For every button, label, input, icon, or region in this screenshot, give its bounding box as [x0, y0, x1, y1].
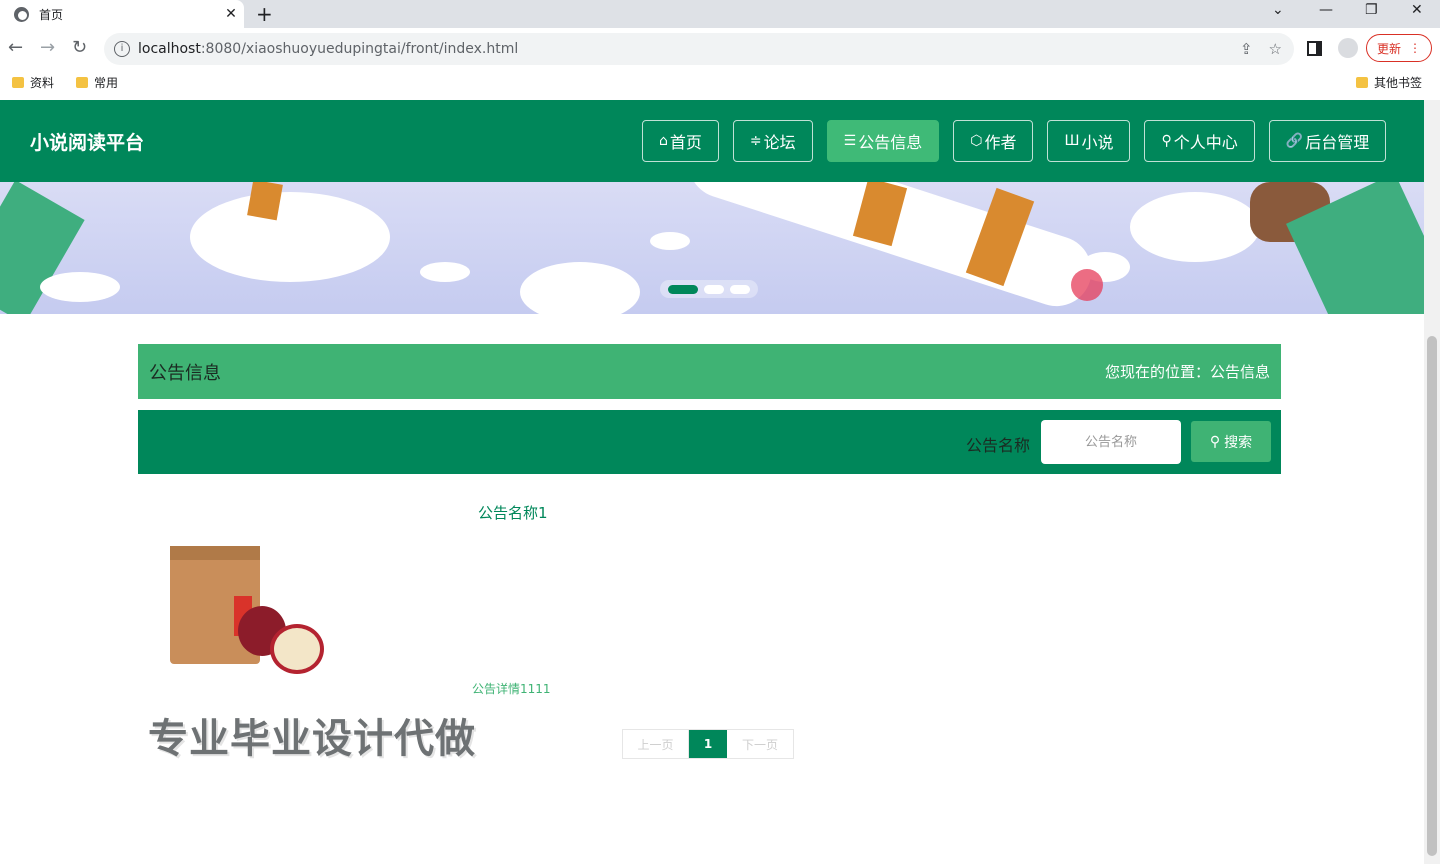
profile-avatar[interactable] — [1338, 38, 1358, 58]
side-panel-icon[interactable] — [1307, 41, 1322, 56]
site-brand: 小说阅读平台 — [30, 132, 145, 154]
user-icon: ⚲ — [1161, 133, 1172, 149]
minimize-icon[interactable]: — — [1319, 2, 1333, 18]
banner-decoration — [420, 262, 470, 282]
home-icon: ⌂ — [659, 133, 668, 149]
forward-icon[interactable]: → — [40, 37, 55, 58]
notice-desc: 公告详情1111 — [472, 682, 551, 696]
cursor-highlight — [1071, 269, 1103, 301]
bookmark-folder[interactable]: 常用 — [76, 74, 118, 91]
browser-tabstrip: 首页 ✕ + ⌄ — ❐ ✕ — [0, 0, 1440, 28]
carousel-dot[interactable] — [730, 284, 750, 294]
banner-decoration — [1130, 192, 1260, 262]
browser-tab[interactable]: 首页 ✕ — [0, 0, 244, 28]
restore-icon[interactable]: ❐ — [1365, 2, 1378, 18]
scrollbar-thumb[interactable] — [1427, 336, 1437, 856]
url-text: localhost:8080/xiaoshuoyuedupingtai/fron… — [138, 41, 519, 57]
book-icon: Ш — [1064, 133, 1080, 149]
nav-notice[interactable]: ☰ 公告信息 — [826, 120, 940, 162]
update-button[interactable]: 更新 ⋮ — [1366, 34, 1432, 62]
carousel-dot[interactable] — [704, 284, 724, 294]
address-bar[interactable]: i localhost:8080/xiaoshuoyuedupingtai/fr… — [104, 33, 1294, 65]
notice-title[interactable]: 公告名称1 — [478, 502, 548, 523]
nav-admin[interactable]: 🔗 后台管理 — [1268, 120, 1387, 162]
watermark-text: 专业毕业设计代做 — [148, 716, 476, 762]
folder-icon — [12, 77, 24, 88]
banner-carousel[interactable] — [0, 182, 1424, 314]
search-button[interactable]: ⚲ 搜索 — [1191, 421, 1271, 462]
info-icon[interactable]: i — [114, 41, 130, 57]
tab-title: 首页 — [39, 7, 64, 22]
forum-icon: ≑ — [749, 133, 762, 149]
layers-icon: ☰ — [843, 133, 857, 149]
carousel-dot[interactable] — [668, 284, 698, 294]
new-tab-icon[interactable]: + — [256, 2, 273, 26]
nav-forum[interactable]: ≑ 论坛 — [732, 120, 813, 162]
more-icon: ⋮ — [1409, 41, 1421, 55]
bookmarks-bar: 资料 常用 其他书签 — [0, 70, 1440, 94]
carousel-indicators — [660, 280, 758, 298]
search-bar: 公告名称 ⚲ 搜索 — [138, 410, 1281, 474]
notice-image[interactable] — [146, 494, 324, 684]
close-window-icon[interactable]: ✕ — [1411, 2, 1423, 18]
cube-icon: ⬡ — [970, 133, 983, 149]
notice-card[interactable]: 公告名称1 公告详情1111 — [138, 490, 568, 700]
notice-name-input[interactable] — [1041, 420, 1181, 464]
folder-icon — [1356, 77, 1368, 88]
link-icon: 🔗 — [1285, 133, 1304, 149]
page: 小说阅读平台 ⌂ 首页 ≑ 论坛 ☰ 公告信息 ⬡ 作者 Ш 小说 ⚲ 个人中心 🔗 后台管理 — [0, 100, 1424, 864]
globe-icon — [14, 6, 29, 22]
current-location: 您现在的位置：公告信息 — [1104, 363, 1270, 381]
apple-half-graphic — [270, 624, 324, 674]
chevron-down-icon[interactable]: ⌄ — [1272, 2, 1284, 18]
share-icon[interactable]: ⇪ — [1240, 40, 1253, 58]
prev-page-button[interactable]: 上一页 — [623, 730, 689, 758]
bookmark-folder[interactable]: 资料 — [12, 74, 54, 91]
banner-decoration — [190, 192, 390, 282]
banner-decoration — [520, 262, 640, 314]
nav-novel[interactable]: Ш 小说 — [1047, 120, 1131, 162]
search-icon: ⚲ — [1209, 433, 1221, 450]
page-scrollbar[interactable] — [1424, 100, 1440, 864]
nav-home[interactable]: ⌂ 首页 — [642, 120, 719, 162]
main-nav: ⌂ 首页 ≑ 论坛 ☰ 公告信息 ⬡ 作者 Ш 小说 ⚲ 个人中心 🔗 后台管理 — [642, 120, 1387, 162]
nav-author[interactable]: ⬡ 作者 — [953, 120, 1034, 162]
folder-icon — [76, 77, 88, 88]
close-tab-icon[interactable]: ✕ — [218, 6, 244, 22]
banner-decoration — [247, 182, 283, 221]
other-bookmarks[interactable]: 其他书签 — [1356, 74, 1422, 91]
star-icon[interactable]: ☆ — [1269, 40, 1282, 58]
site-header: 小说阅读平台 ⌂ 首页 ≑ 论坛 ☰ 公告信息 ⬡ 作者 Ш 小说 ⚲ 个人中心 🔗 后台管理 — [0, 100, 1424, 182]
back-icon[interactable]: ← — [8, 37, 23, 58]
banner-decoration — [40, 272, 120, 302]
current-page[interactable]: 1 — [689, 730, 727, 758]
pagination: 上一页 1 下一页 — [622, 729, 794, 759]
reload-icon[interactable]: ↻ — [72, 37, 87, 58]
section-title: 公告信息 — [149, 362, 221, 384]
breadcrumb: 公告信息 您现在的位置：公告信息 — [138, 344, 1281, 399]
nav-personal-center[interactable]: ⚲ 个人中心 — [1144, 120, 1255, 162]
banner-decoration — [650, 232, 690, 250]
search-label: 公告名称 — [966, 436, 1031, 455]
next-page-button[interactable]: 下一页 — [727, 730, 793, 758]
browser-toolbar: ← → ↻ i localhost:8080/xiaoshuoyueduping… — [0, 28, 1440, 70]
